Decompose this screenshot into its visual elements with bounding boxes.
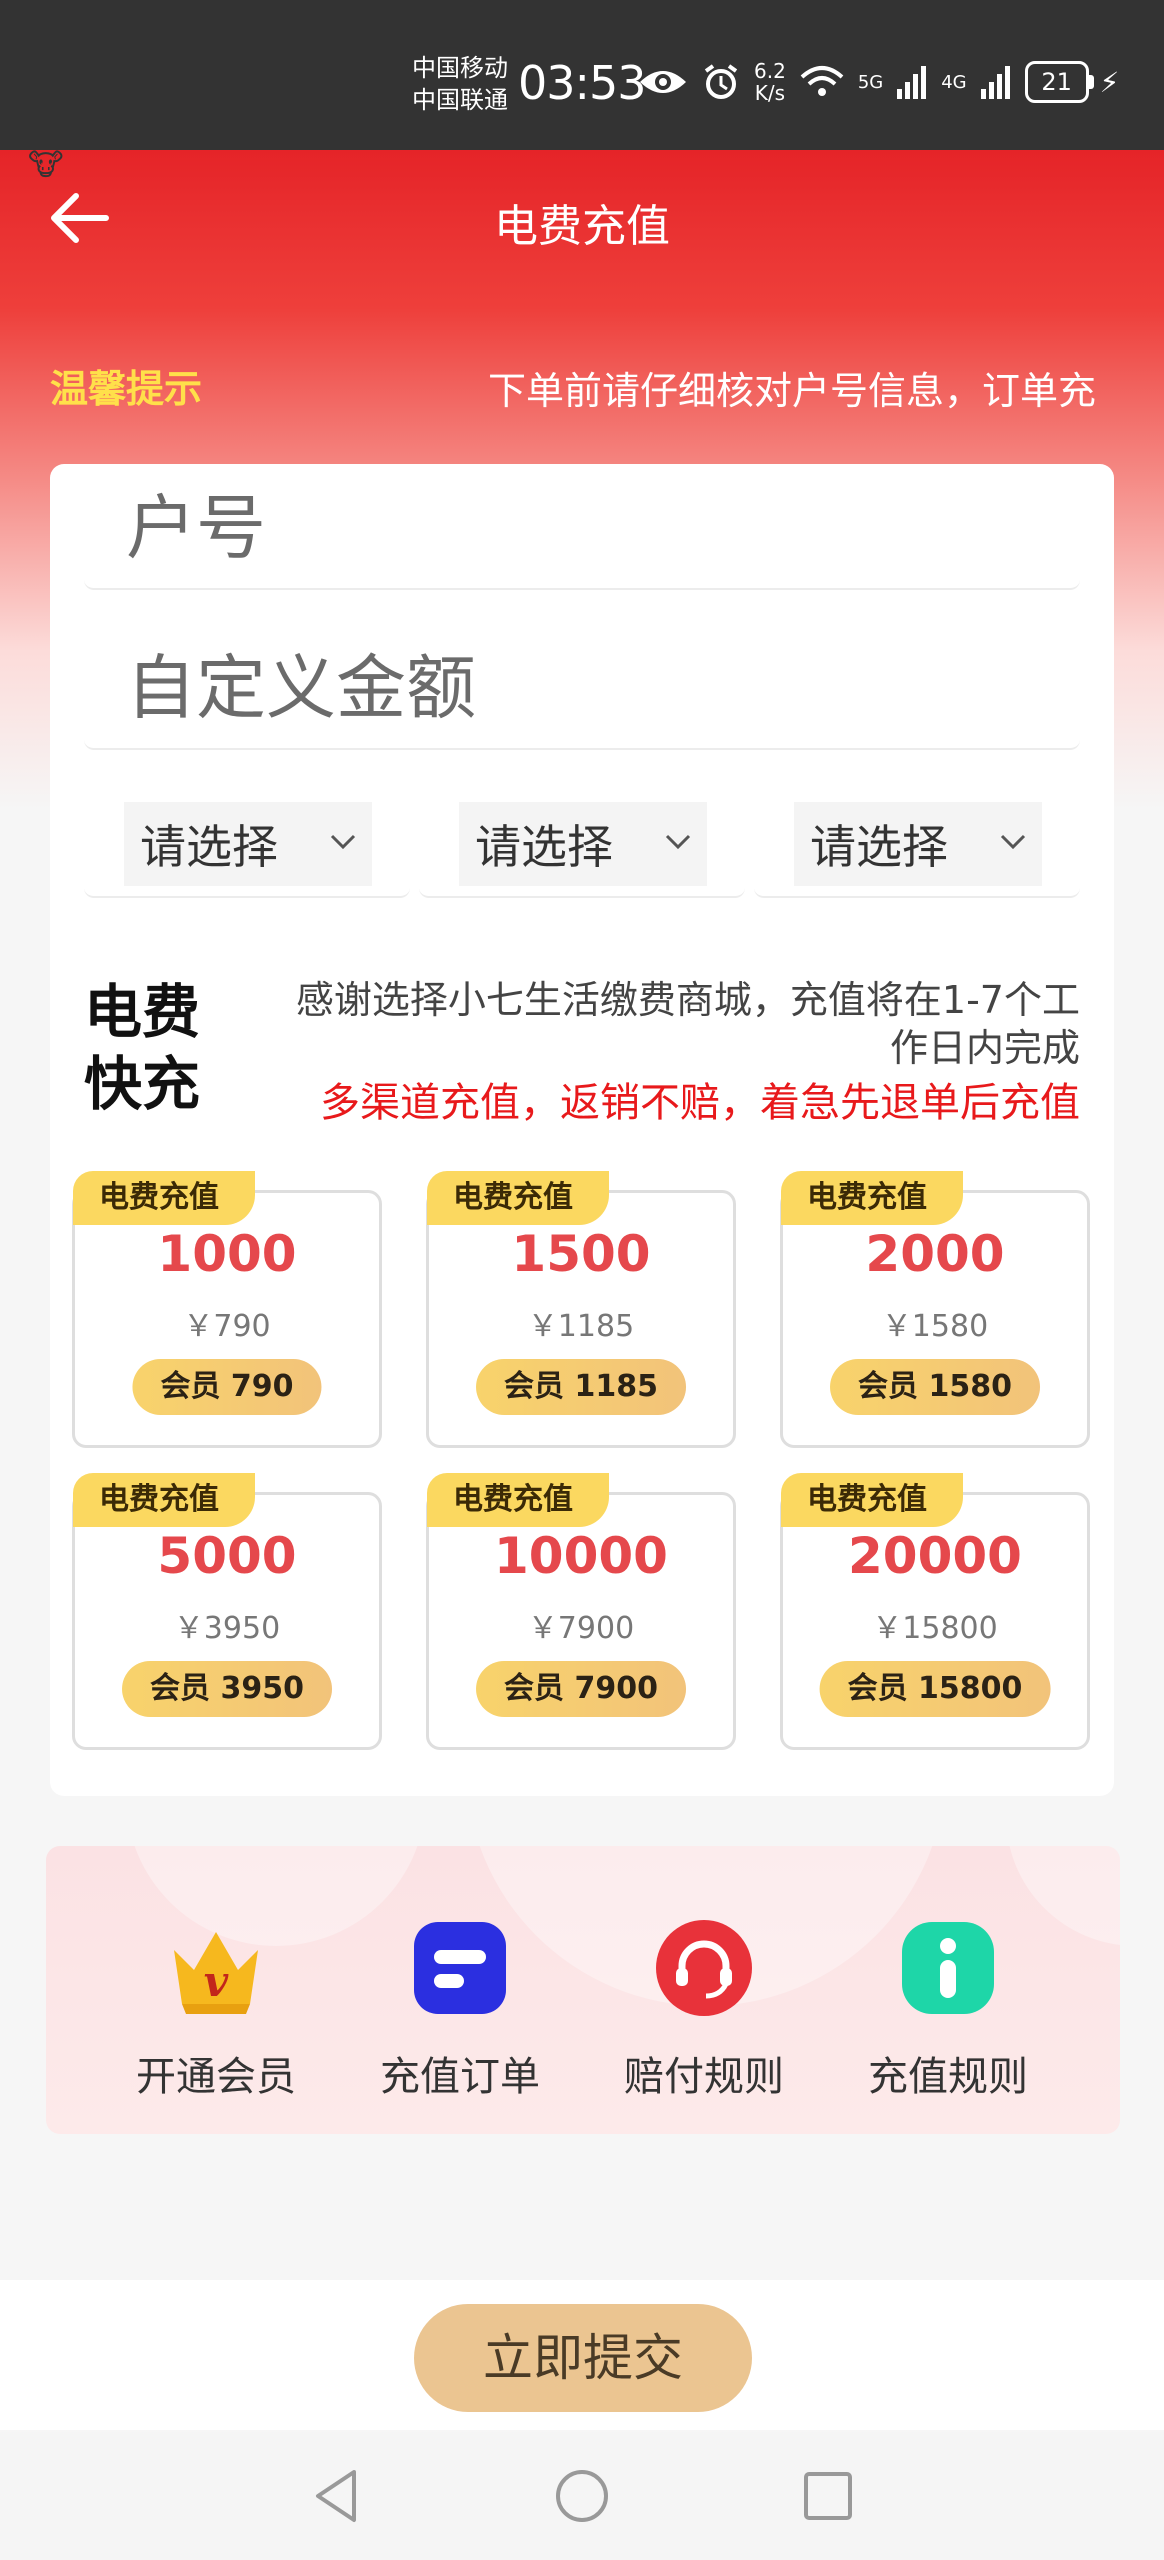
select-dropdown-3[interactable]: 请选择 — [794, 802, 1042, 886]
member-price-pill: 会员 15800 — [819, 1661, 1051, 1717]
region-selectors: 请选择 请选择 请选择 — [84, 794, 1080, 898]
product-amount: 1500 — [511, 1225, 651, 1283]
shortcut-label: 开通会员 — [136, 2054, 296, 2100]
carrier-1: 中国移动 — [412, 54, 508, 82]
account-number-placeholder: 户号 — [126, 487, 266, 569]
select-value-2: 请选择 — [475, 820, 613, 874]
battery-level: 21 — [1024, 61, 1089, 103]
shortcut-panel: v 开通会员 充值订单 赔付规则 充值规则 — [46, 1846, 1120, 2134]
signal-icon — [980, 66, 1010, 99]
shortcut-open-membership[interactable]: v 开通会员 — [94, 1918, 338, 2102]
product-amount: 1000 — [157, 1225, 297, 1283]
home-nav-icon[interactable] — [552, 2466, 612, 2526]
chevron-down-icon — [665, 834, 691, 850]
product-price: ￥1185 — [527, 1309, 635, 1344]
shortcut-label: 充值订单 — [380, 2054, 540, 2100]
product-amount: 5000 — [157, 1527, 297, 1585]
signal-icon — [897, 66, 927, 99]
product-price: ￥1580 — [881, 1309, 989, 1344]
status-time: 03:53 — [518, 56, 647, 110]
custom-amount-field[interactable]: 自定义金额 — [84, 624, 1080, 750]
svg-text:v: v — [204, 1957, 229, 2006]
product-tile-1000[interactable]: 电费充值 1000 ￥790 会员 790 — [72, 1171, 382, 1448]
network-speed: 6.2 K/s — [754, 60, 786, 104]
select-value-1: 请选择 — [140, 820, 278, 874]
crown-vip-icon: v — [174, 1932, 258, 2014]
product-amount: 20000 — [848, 1527, 1022, 1585]
shortcut-recharge-orders[interactable]: 充值订单 — [338, 1918, 582, 2102]
product-price: ￥3950 — [173, 1611, 281, 1646]
select-value-3: 请选择 — [810, 820, 948, 874]
carrier-2: 中国联通 — [412, 86, 508, 114]
recharge-card: 户号 自定义金额 请选择 请选择 请选择 电费快充 感谢选择小七生活缴费商城，充… — [50, 464, 1114, 1796]
product-tile-20000[interactable]: 电费充值 20000 ￥15800 会员 15800 — [780, 1473, 1090, 1750]
customer-service-icon — [656, 1920, 752, 2016]
cow-mascot-icon: 🐮 — [28, 148, 64, 183]
quick-recharge-warning: 多渠道充值，返销不赔，着急先退单后充值 — [320, 1080, 1080, 1126]
shortcut-compensation-rules[interactable]: 赔付规则 — [582, 1918, 826, 2102]
product-amount: 10000 — [494, 1527, 668, 1585]
network-type-2: 4G — [941, 71, 967, 93]
quick-recharge-title: 电费快充 — [84, 978, 201, 1118]
member-price-pill: 会员 1185 — [476, 1359, 686, 1415]
product-tile-1500[interactable]: 电费充值 1500 ￥1185 会员 1185 — [426, 1171, 736, 1448]
product-amount: 2000 — [865, 1225, 1005, 1283]
member-price-pill: 会员 3950 — [122, 1661, 332, 1717]
info-icon — [902, 1922, 994, 2014]
select-dropdown-2[interactable]: 请选择 — [459, 802, 707, 886]
product-price: ￥15800 — [872, 1611, 998, 1646]
product-price: ￥7900 — [527, 1611, 635, 1646]
eye-icon — [640, 71, 686, 93]
product-tile-2000[interactable]: 电费充值 2000 ￥1580 会员 1580 — [780, 1171, 1090, 1448]
order-list-icon — [414, 1922, 506, 2014]
product-grid: 电费充值 1000 ￥790 会员 790 电费充值 1500 ￥1185 会员… — [72, 1171, 1094, 1750]
status-icons: 6.2 K/s 5G 4G 21 ⚡ — [638, 60, 1119, 104]
chevron-down-icon — [1000, 834, 1026, 850]
shortcut-label: 赔付规则 — [624, 2054, 784, 2100]
select-dropdown-1[interactable]: 请选择 — [124, 802, 372, 886]
select-wrapper-2: 请选择 — [419, 794, 745, 898]
select-wrapper-1: 请选择 — [84, 794, 410, 898]
charging-icon: ⚡ — [1099, 65, 1120, 99]
shortcut-recharge-rules[interactable]: 充值规则 — [826, 1918, 1070, 2102]
back-nav-icon[interactable] — [308, 2466, 364, 2526]
speed-unit: K/s — [754, 81, 786, 105]
tip-marquee-text: 下单前请仔细核对户号信息，订单充 — [488, 369, 1097, 413]
carrier-info: 中国移动 中国联通 — [412, 52, 508, 116]
page-title: 电费充值 — [494, 201, 670, 252]
product-price: ￥790 — [183, 1309, 271, 1344]
tip-label: 温馨提示 — [50, 367, 203, 411]
product-badge: 电费充值 — [73, 1171, 255, 1225]
product-tile-5000[interactable]: 电费充值 5000 ￥3950 会员 3950 — [72, 1473, 382, 1750]
member-price-pill: 会员 7900 — [476, 1661, 686, 1717]
member-price-pill: 会员 790 — [132, 1359, 322, 1415]
product-badge: 电费充值 — [73, 1473, 255, 1527]
battery-icon: 21 ⚡ — [1024, 61, 1120, 103]
network-type-1: 5G — [857, 71, 884, 93]
alarm-icon — [704, 64, 738, 99]
speed-value: 6.2 — [754, 59, 786, 83]
product-tile-10000[interactable]: 电费充值 10000 ￥7900 会员 7900 — [426, 1473, 736, 1750]
status-bar: 中国移动 中国联通 03:53 6.2 K/s 5G 4G 21 ⚡ — [0, 0, 1164, 150]
product-badge: 电费充值 — [427, 1171, 609, 1225]
product-badge: 电费充值 — [781, 1473, 963, 1527]
product-badge: 电费充值 — [781, 1171, 963, 1225]
member-price-pill: 会员 1580 — [830, 1359, 1040, 1415]
chevron-down-icon — [330, 834, 356, 850]
recents-nav-icon[interactable] — [800, 2466, 856, 2526]
custom-amount-placeholder: 自定义金额 — [126, 647, 476, 729]
quick-recharge-description: 感谢选择小七生活缴费商城，充值将在1-7个工作日内完成 — [295, 978, 1080, 1070]
submit-button[interactable]: 立即提交 — [414, 2304, 752, 2412]
shortcut-label: 充值规则 — [868, 2054, 1028, 2100]
system-navigation-bar — [0, 2432, 1164, 2560]
wifi-icon — [800, 66, 844, 96]
select-wrapper-3: 请选择 — [754, 794, 1080, 898]
product-badge: 电费充值 — [427, 1473, 609, 1527]
account-number-field[interactable]: 户号 — [84, 464, 1080, 590]
